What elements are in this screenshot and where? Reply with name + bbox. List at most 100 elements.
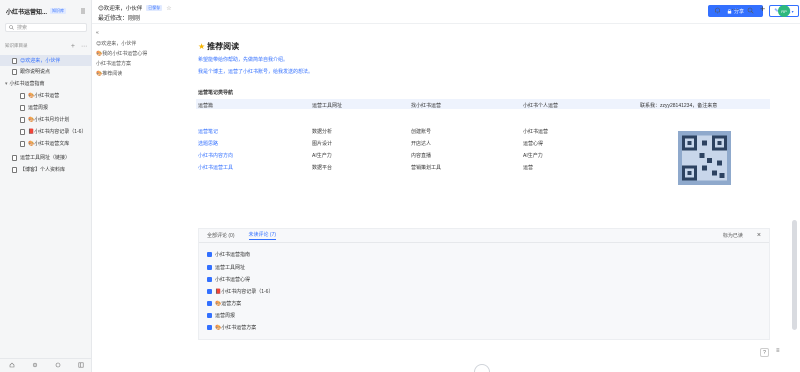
list-item-label: 🎨小红书运营方案 — [215, 325, 257, 331]
checkbox[interactable] — [207, 252, 212, 257]
list-item-label: 运营工具网址 — [215, 265, 246, 271]
sidebar-item-guide[interactable]: ▾ 小红书运营指南 — [0, 78, 92, 89]
contact-info: 联系我：zzyy28141234，备注来意 — [640, 103, 718, 109]
chevron-down-icon[interactable]: ▾ — [5, 81, 8, 87]
panel-tabs: 全部评论 (0) 未读评论 (7) 标为已读 × — [199, 229, 769, 243]
section-label: 知识库目录 — [5, 43, 28, 48]
list-item-label: 📕小红书内容记录（1-6） — [215, 289, 274, 295]
space-header[interactable]: 小红书运营知... 知识库 — [6, 6, 90, 16]
table-cell-link[interactable]: 选题思路 — [198, 140, 218, 147]
outline-item[interactable]: 😊欢迎来，小伙伴 — [96, 40, 136, 47]
doc-icon — [20, 128, 25, 135]
checkbox[interactable] — [207, 277, 212, 282]
tab-all-comments[interactable]: 全部评论 (0) — [207, 232, 235, 239]
doc-meta: 最近修改：刚刚 — [98, 16, 141, 22]
table-cell: 数据平台 — [312, 165, 333, 171]
column-header: 运营工具网址 — [312, 103, 343, 109]
doc-title-row: 😊欢迎来，小伙伴 已保存 ☆ — [98, 4, 172, 12]
table-cell-link[interactable]: 小红书运营工具 — [198, 164, 233, 171]
search-icon — [9, 25, 14, 30]
sidebar-item-label: 🎨小红书运营 — [28, 93, 60, 99]
table-title: 运营笔记类导航 — [198, 90, 234, 96]
doc-icon — [20, 140, 25, 147]
list-icon[interactable]: ≡ — [776, 348, 780, 354]
sidebar-item-label: 🎨小红书月均计划 — [28, 117, 70, 123]
notification-icon[interactable] — [714, 7, 721, 14]
outline-item[interactable]: 🎨推荐阅读 — [96, 70, 122, 77]
sidebar-item-label: 😊欢迎来，小伙伴 — [20, 58, 61, 64]
mark-read-action[interactable]: 标为已读 — [723, 232, 743, 239]
add-icon[interactable]: + — [71, 43, 75, 50]
close-icon[interactable]: × — [757, 232, 761, 239]
list-item-label: 运营周报 — [215, 313, 236, 319]
checkbox[interactable] — [207, 289, 212, 294]
sidebar-item-label: 【博客】个人资料库 — [20, 167, 66, 173]
outline-collapse[interactable]: « — [96, 30, 99, 36]
sidebar-footer — [0, 358, 92, 370]
sidebar-item-label: 📕小红书内容记录（1-6） — [28, 129, 87, 135]
sidebar-item-welcome[interactable]: 😊欢迎来，小伙伴 — [0, 55, 92, 66]
table-cell: 图片设计 — [312, 141, 333, 147]
more-icon[interactable]: ⋯ — [731, 5, 739, 14]
section-header: 知识库目录 + ⋯ — [5, 42, 87, 50]
column-header: 运营篇 — [198, 103, 214, 109]
table-cell: AI生产力 — [312, 153, 332, 159]
checkbox[interactable] — [207, 301, 212, 306]
sidebar-item-notes[interactable]: 跟你说明说点 — [0, 66, 92, 77]
comment-panel: 全部评论 (0) 未读评论 (7) 标为已读 × 小红书运营指南 运营工具网址 … — [198, 228, 770, 340]
list-item[interactable]: 运营工具网址 — [207, 264, 245, 271]
intro-line-2[interactable]: 我是个博主，运营了小红书账号，给我发送的想法。 — [198, 68, 313, 75]
list-item-label: 🎨运营方案 — [215, 301, 242, 307]
doc-icon — [12, 154, 17, 161]
outline-item[interactable]: 小红书运营方案 — [96, 60, 131, 67]
top-bar: 😊欢迎来，小伙伴 已保存 ☆ 最近修改：刚刚 分享 ✎ 编辑 ▾ ⋯ + RP — [92, 0, 800, 24]
add-icon[interactable]: + — [760, 4, 765, 14]
list-item[interactable]: 🎨小红书运营方案 — [207, 324, 256, 331]
sidebar-item-library[interactable]: 🎨小红书运营文库 — [0, 138, 92, 149]
table-cell-link[interactable]: 运营笔记 — [198, 128, 218, 135]
sidebar-item-ops[interactable]: 🎨小红书运营 — [0, 90, 92, 101]
help-icon[interactable]: ? — [760, 348, 769, 357]
search-box[interactable]: 搜索 — [5, 23, 87, 32]
tab-unread-comments[interactable]: 未读评论 (7) — [248, 231, 277, 240]
list-item[interactable]: 小红书运营心得 — [207, 276, 250, 283]
star-icon[interactable]: ☆ — [166, 5, 171, 12]
sidebar-item-label: 运营工具网址（链接） — [20, 155, 71, 161]
more-icon[interactable]: ⋯ — [81, 43, 87, 50]
sidebar-item-tools[interactable]: 运营工具网址（链接） — [0, 152, 92, 163]
doc-icon — [20, 92, 25, 99]
avatar[interactable]: RP — [778, 5, 790, 17]
home-icon[interactable] — [9, 362, 15, 368]
layout-icon[interactable] — [78, 362, 84, 368]
table-cell: 运营心得 — [523, 141, 544, 147]
scrollbar[interactable] — [792, 220, 797, 330]
outline-item[interactable]: 🎨我的小红书运营心得 — [96, 50, 147, 57]
list-item[interactable]: 🎨运营方案 — [207, 300, 241, 307]
status-badge: 已保存 — [146, 5, 163, 11]
checkbox[interactable] — [207, 313, 212, 318]
list-item[interactable]: 运营周报 — [207, 312, 235, 319]
intro-line-1[interactable]: 希望能带给你帮助，先做简单自我介绍。 — [198, 56, 288, 63]
sidebar-item-plan[interactable]: 🎨小红书月均计划 — [0, 114, 92, 125]
sidebar-item-label: 运营周报 — [28, 105, 49, 111]
list-item[interactable]: 小红书运营指南 — [207, 251, 250, 258]
space-badge: 知识库 — [50, 8, 67, 14]
sync-icon[interactable] — [55, 362, 61, 368]
sidebar-item-blog[interactable]: 【博客】个人资料库 — [0, 164, 92, 175]
doc-icon — [20, 104, 25, 111]
doc-title: 😊欢迎来，小伙伴 — [98, 6, 143, 12]
sidebar-item-weekly[interactable]: 运营周报 — [0, 102, 92, 113]
collapse-sidebar-icon[interactable] — [80, 8, 86, 14]
checkbox[interactable] — [207, 265, 212, 270]
table-cell: 小红书运营 — [523, 129, 549, 135]
settings-icon[interactable] — [32, 362, 38, 368]
table-cell: 运营 — [523, 165, 534, 171]
sidebar-item-records[interactable]: 📕小红书内容记录（1-6） — [0, 126, 92, 137]
table-cell: 营销策划工具 — [411, 165, 442, 171]
search-icon[interactable] — [747, 7, 754, 14]
doc-icon — [20, 116, 25, 123]
table-cell-link[interactable]: 小红书内容方向 — [198, 152, 233, 159]
scroll-indicator[interactable] — [474, 364, 490, 372]
checkbox[interactable] — [207, 325, 212, 330]
list-item[interactable]: 📕小红书内容记录（1-6） — [207, 288, 273, 295]
